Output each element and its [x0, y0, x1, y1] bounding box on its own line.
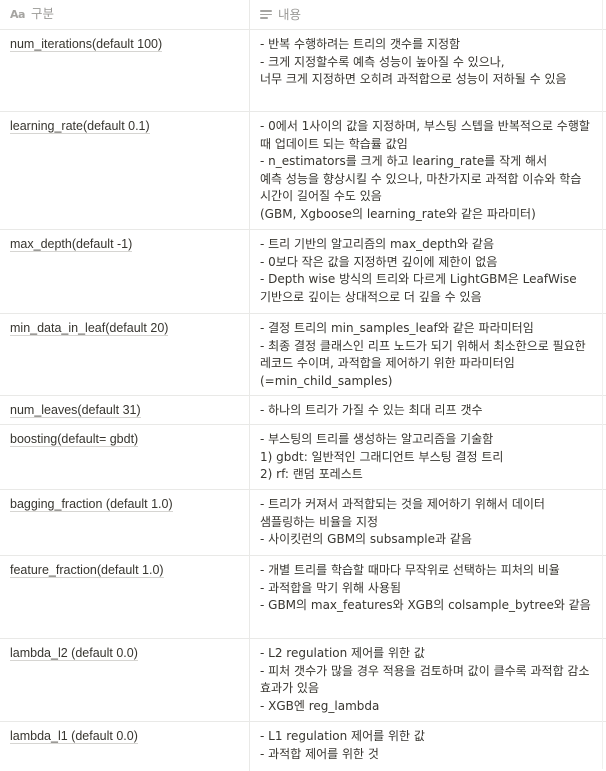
column-header-name[interactable]: Aa 구분 — [0, 0, 250, 29]
table-row[interactable]: feature_fraction(default 1.0) - 개별 트리를 학… — [0, 556, 606, 639]
param-name-cell[interactable]: lambda_l1 (default 0.0) — [0, 722, 250, 771]
param-desc-cell[interactable]: - 결정 트리의 min_samples_leaf와 같은 파라미터임 - 최종… — [250, 314, 606, 395]
param-name: min_data_in_leaf(default 20) — [10, 321, 169, 336]
param-desc-cell[interactable]: - 부스팅의 트리를 생성하는 알고리즘을 기술함 1) gbdt: 일반적인 … — [250, 425, 606, 489]
param-name: lambda_l2 (default 0.0) — [10, 646, 138, 661]
param-name-cell[interactable]: max_depth(default -1) — [0, 230, 250, 313]
param-desc-cell[interactable]: - L1 regulation 제어를 위한 값 - 과적합 제어를 위한 것 — [250, 722, 606, 771]
table-row[interactable]: max_depth(default -1) - 트리 기반의 알고리즘의 max… — [0, 230, 606, 314]
table-row[interactable]: lambda_l2 (default 0.0) - L2 regulation … — [0, 639, 606, 722]
param-desc-cell[interactable]: - 개별 트리를 학습할 때마다 무작위로 선택하는 피처의 비율 - 과적합을… — [250, 556, 606, 638]
table-header: Aa 구분 내용 — [0, 0, 606, 30]
table-right-border — [602, 0, 603, 769]
table-row[interactable]: lambda_l1 (default 0.0) - L1 regulation … — [0, 722, 606, 771]
table-row[interactable]: boosting(default= gbdt) - 부스팅의 트리를 생성하는 … — [0, 425, 606, 490]
param-name: feature_fraction(default 1.0) — [10, 563, 164, 578]
param-name-cell[interactable]: lambda_l2 (default 0.0) — [0, 639, 250, 721]
param-desc-cell[interactable]: - 하나의 트리가 가질 수 있는 최대 리프 갯수 — [250, 396, 606, 424]
table-row[interactable]: num_leaves(default 31) - 하나의 트리가 가질 수 있는… — [0, 396, 606, 425]
param-name: num_iterations(default 100) — [10, 37, 163, 52]
param-desc-cell[interactable]: - 트리가 커져서 과적합되는 것을 제어하기 위해서 데이터 샘플링하는 비율… — [250, 490, 606, 555]
column-header-desc[interactable]: 내용 — [250, 0, 606, 29]
table-row[interactable]: min_data_in_leaf(default 20) - 결정 트리의 mi… — [0, 314, 606, 396]
parameter-table: Aa 구분 내용 num_iterations(default 100) - 반… — [0, 0, 606, 771]
param-desc-cell[interactable]: - L2 regulation 제어를 위한 값 - 피처 갯수가 많을 경우 … — [250, 639, 606, 721]
param-name-cell[interactable]: num_iterations(default 100) — [0, 30, 250, 111]
column-header-name-label: 구분 — [30, 6, 54, 21]
text-property-icon: Aa — [10, 7, 25, 21]
param-name: max_depth(default -1) — [10, 237, 133, 252]
param-name-cell[interactable]: feature_fraction(default 1.0) — [0, 556, 250, 638]
param-desc-cell[interactable]: - 트리 기반의 알고리즘의 max_depth와 같음 - 0보다 작은 값을… — [250, 230, 606, 313]
param-name: learning_rate(default 0.1) — [10, 119, 150, 134]
table-row[interactable]: learning_rate(default 0.1) - 0에서 1사이의 값을… — [0, 112, 606, 230]
text-lines-icon — [260, 9, 272, 21]
param-name-cell[interactable]: learning_rate(default 0.1) — [0, 112, 250, 229]
param-name-cell[interactable]: min_data_in_leaf(default 20) — [0, 314, 250, 395]
column-header-desc-label: 내용 — [278, 6, 302, 22]
param-desc-cell[interactable]: - 0에서 1사이의 값을 지정하며, 부스팅 스텝을 반복적으로 수행할 때 … — [250, 112, 606, 229]
param-name: num_leaves(default 31) — [10, 403, 141, 418]
param-name: lambda_l1 (default 0.0) — [10, 729, 138, 744]
param-name-cell[interactable]: num_leaves(default 31) — [0, 396, 250, 424]
param-desc-cell[interactable]: - 반복 수행하려는 트리의 갯수를 지정함 - 크게 지정할수록 예측 성능이… — [250, 30, 606, 111]
table-row[interactable]: bagging_fraction (default 1.0) - 트리가 커져서… — [0, 490, 606, 556]
param-name: bagging_fraction (default 1.0) — [10, 497, 173, 512]
param-name: boosting(default= gbdt) — [10, 432, 139, 447]
table-row[interactable]: num_iterations(default 100) - 반복 수행하려는 트… — [0, 30, 606, 112]
param-name-cell[interactable]: boosting(default= gbdt) — [0, 425, 250, 489]
param-name-cell[interactable]: bagging_fraction (default 1.0) — [0, 490, 250, 555]
